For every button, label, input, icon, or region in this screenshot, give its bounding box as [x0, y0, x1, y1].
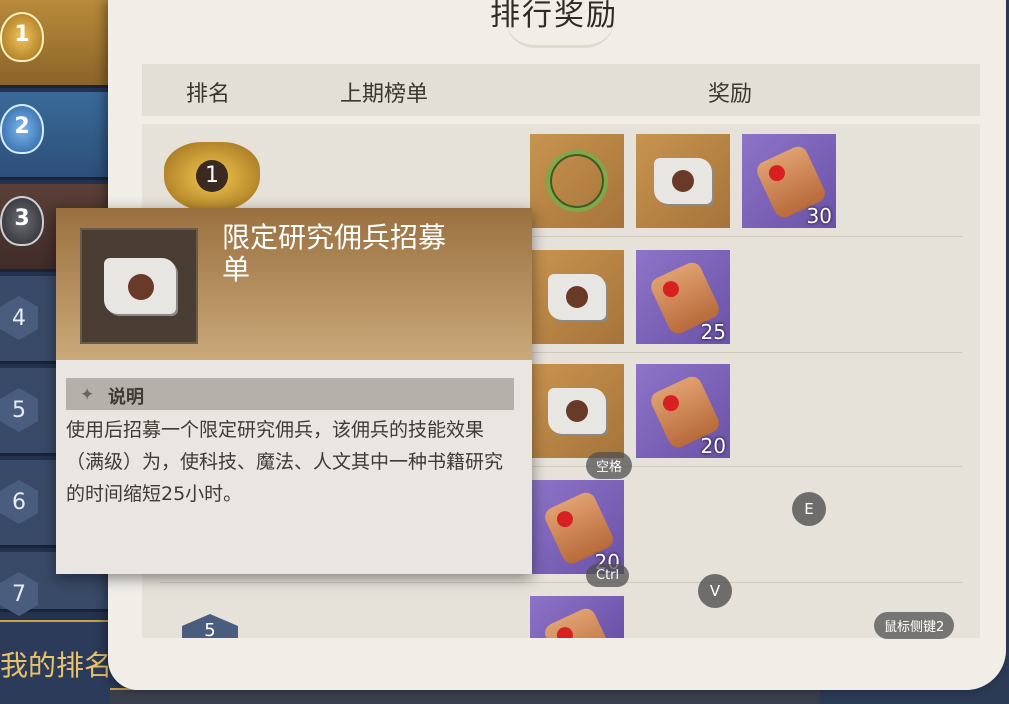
reward-item[interactable] — [530, 250, 624, 344]
rank-hexagon-icon: 5 — [0, 388, 38, 432]
tooltip-description: 使用后招募一个限定研究佣兵，该佣兵的技能效果（满级）为，使科技、魔法、人文其中一… — [66, 419, 504, 505]
recruit-scroll-icon — [104, 258, 176, 314]
item-count: 30 — [806, 204, 832, 228]
ctrl-key-hint: Ctrl — [586, 564, 630, 587]
my-rank-label: 我的排名 — [0, 649, 113, 682]
rank-tab-2[interactable]: 2 — [0, 92, 118, 180]
wax-sealed-scroll-icon — [541, 605, 617, 638]
bottom-frame — [110, 688, 820, 704]
tooltip-header: 限定研究佣兵招募单 — [56, 208, 532, 360]
recruit-scroll-icon — [548, 274, 606, 320]
reward-item[interactable] — [530, 364, 624, 458]
item-count: 25 — [700, 320, 726, 344]
blue-medal-icon: 2 — [0, 104, 44, 154]
reward-item[interactable]: 25 — [636, 250, 730, 344]
item-tooltip: 限定研究佣兵招募单 ✦ 说明 使用后招募一个限定研究佣兵，该佣兵的技能效果（满级… — [56, 208, 532, 574]
v-key-hint: V — [698, 574, 732, 608]
diamond-icon: ✦ — [80, 385, 95, 405]
recruit-scroll-icon — [548, 388, 606, 434]
tooltip-section-header: ✦ 说明 — [66, 378, 514, 410]
space-key-hint: 空格 — [586, 452, 633, 479]
my-rank-bar[interactable]: 我的排名 — [0, 620, 118, 704]
recruit-scroll-icon — [654, 158, 712, 204]
mouse-side-key-hint: 鼠标侧键2 — [874, 612, 955, 639]
item-count: 20 — [700, 434, 726, 458]
reward-item[interactable]: 20 — [636, 364, 730, 458]
jade-ring-icon — [546, 150, 608, 212]
rank-hexagon-icon: 7 — [0, 572, 38, 616]
header-last-period[interactable]: 上期榜单 — [340, 76, 428, 108]
reward-item[interactable]: 30 — [742, 134, 836, 228]
tooltip-section-label: 说明 — [108, 387, 144, 408]
reward-item[interactable] — [530, 596, 624, 638]
header-rank: 排名 — [186, 82, 231, 107]
reward-item[interactable] — [636, 134, 730, 228]
tooltip-title: 限定研究佣兵招募单 — [222, 221, 447, 286]
gold-medal-icon: 1 — [164, 142, 260, 212]
rank-hexagon-icon: 6 — [0, 480, 38, 524]
row-divider — [160, 582, 962, 583]
reward-item[interactable]: 20 — [530, 480, 624, 574]
reward-item[interactable] — [530, 134, 624, 228]
gold-medal-icon: 1 — [0, 12, 44, 62]
rank-tab-1[interactable]: 1 — [0, 0, 118, 88]
header-reward: 奖励 — [708, 82, 753, 107]
laurel-ornament-icon — [505, 18, 615, 48]
e-key-hint: E — [792, 492, 826, 526]
rank-hexagon-icon: 4 — [0, 296, 38, 340]
tooltip-item-frame — [80, 228, 198, 344]
table-header: 排名 上期榜单 奖励 — [142, 64, 980, 116]
rank-badge-icon: 5 — [182, 614, 238, 638]
dark-medal-icon: 3 — [0, 196, 44, 246]
